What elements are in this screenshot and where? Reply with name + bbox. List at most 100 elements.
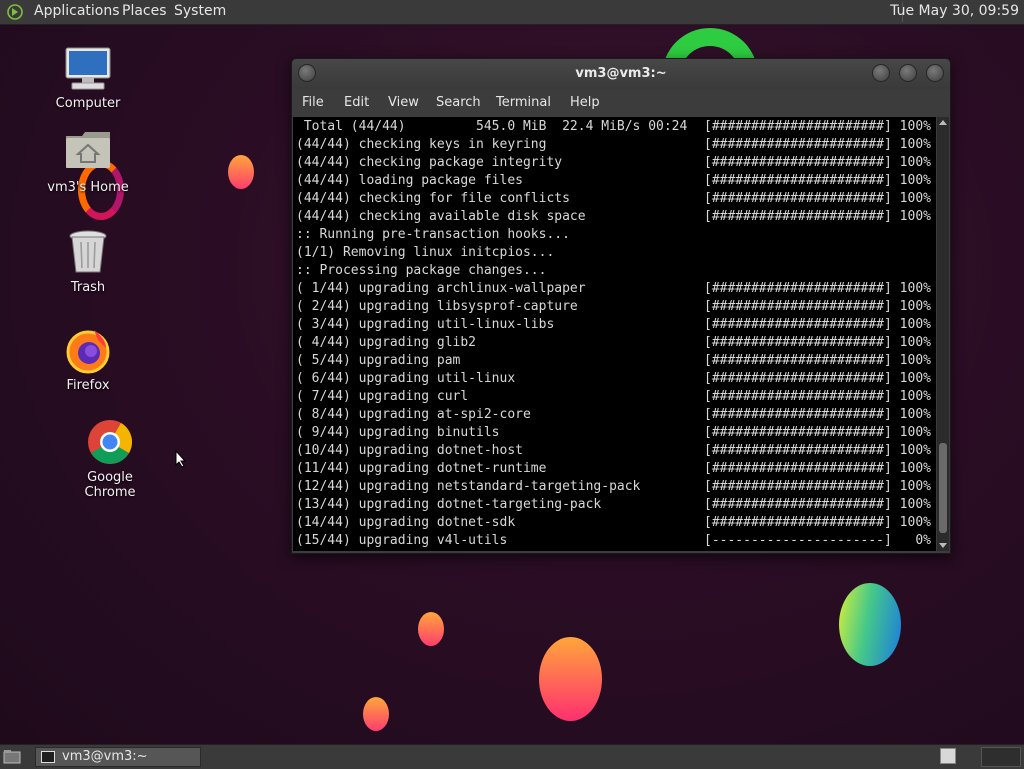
- progress-bar-text: [######################] 100%: [704, 173, 931, 188]
- wallpaper-bubble: [839, 583, 901, 666]
- computer-icon: [64, 44, 112, 92]
- close-button[interactable]: [926, 64, 944, 82]
- menu-terminal[interactable]: Terminal: [496, 95, 551, 110]
- workspace-1[interactable]: [940, 748, 956, 764]
- desktop-icon-label: Trash: [70, 280, 106, 295]
- terminal-line: (11/44) upgrading dotnet-runtime [#######…: [296, 460, 931, 478]
- taskbar-item-terminal[interactable]: vm3@vm3:~: [35, 747, 201, 767]
- menu-places[interactable]: Places: [122, 3, 167, 19]
- terminal-line-text: ( 4/44) upgrading glib2: [296, 335, 477, 350]
- clock[interactable]: Tue May 30, 09:59: [890, 3, 1019, 19]
- terminal-line-text: ( 5/44) upgrading pam: [296, 353, 461, 368]
- terminal-line-text: (14/44) upgrading dotnet-sdk: [296, 515, 516, 530]
- progress-bar-text: [######################] 100%: [704, 407, 931, 422]
- terminal-line: (13/44) upgrading dotnet-targeting-pack […: [296, 496, 931, 514]
- terminal-line: (44/44) loading package files [##########…: [296, 172, 931, 190]
- progress-bar-text: [----------------------] 0%: [704, 533, 931, 548]
- progress-bar-text: [######################] 100%: [704, 299, 931, 314]
- terminal-line-text: (44/44) checking available disk space: [296, 209, 586, 224]
- menu-edit[interactable]: Edit: [344, 95, 369, 110]
- scroll-up-arrow-icon[interactable]: [939, 120, 947, 125]
- terminal-line: ( 2/44) upgrading libsysprof-capture [###…: [296, 298, 931, 316]
- progress-bar-text: [######################] 100%: [704, 119, 931, 134]
- progress-bar-text: [######################] 100%: [704, 497, 931, 512]
- menu-search[interactable]: Search: [436, 95, 481, 110]
- terminal-line-text: (44/44) loading package files: [296, 173, 523, 188]
- desktop-icon-label: vm3's Home: [47, 180, 129, 195]
- menu-view[interactable]: View: [388, 95, 419, 110]
- progress-bar-text: [######################] 100%: [704, 317, 931, 332]
- terminal-line-text: ( 6/44) upgrading util-linux: [296, 371, 516, 386]
- desktop-icon-label: Computer: [55, 96, 121, 111]
- top-panel: Applications Places System Tue May 30, 0…: [0, 0, 1024, 25]
- chrome-icon: [86, 418, 134, 466]
- terminal-output[interactable]: Total (44/44) 545.0 MiB 22.4 MiB/s 00:24…: [293, 117, 936, 551]
- progress-bar-text: [######################] 100%: [704, 389, 931, 404]
- terminal-line: (10/44) upgrading dotnet-host [##########…: [296, 442, 931, 460]
- terminal-line-text: (11/44) upgrading dotnet-runtime: [296, 461, 547, 476]
- progress-bar-text: [######################] 100%: [704, 353, 931, 368]
- terminal-line: (44/44) checking available disk space [##…: [296, 208, 931, 226]
- terminal-line-text: (15/44) upgrading v4l-utils: [296, 533, 508, 548]
- menu-help[interactable]: Help: [570, 95, 600, 110]
- terminal-line-text: (12/44) upgrading netstandard-targeting-…: [296, 479, 641, 494]
- terminal-window[interactable]: vm3@vm3:~ File Edit View Search Terminal…: [291, 58, 951, 554]
- terminal-line: (1/1) Removing linux initcpios...: [296, 244, 554, 262]
- terminal-line-text: ( 3/44) upgrading util-linux-libs: [296, 317, 555, 332]
- desktop-icon-label: Google Chrome: [84, 470, 136, 500]
- menu-system[interactable]: System: [174, 3, 226, 19]
- trash-icon: [64, 228, 112, 276]
- terminal-line: (44/44) checking keys in keyring [#######…: [296, 136, 931, 154]
- progress-bar-text: [######################] 100%: [704, 479, 931, 494]
- terminal-line: (44/44) checking package integrity [#####…: [296, 154, 931, 172]
- menu-applications[interactable]: Applications: [34, 3, 120, 19]
- terminal-line: ( 3/44) upgrading util-linux-libs [######…: [296, 316, 931, 334]
- progress-bar-text: [######################] 100%: [704, 425, 931, 440]
- desktop-icon-trash[interactable]: Trash: [38, 228, 138, 295]
- mouse-pointer-icon: [175, 450, 187, 468]
- scroll-down-arrow-icon[interactable]: [939, 543, 947, 548]
- desktop-icon-home[interactable]: vm3's Home: [38, 128, 138, 195]
- terminal-line-text: (13/44) upgrading dotnet-targeting-pack: [296, 497, 602, 512]
- terminal-scrollbar[interactable]: [937, 117, 949, 551]
- wallpaper-bubble: [539, 637, 602, 721]
- scrollbar-thumb[interactable]: [939, 443, 947, 533]
- terminal-line-text: (1/1) Removing linux initcpios...: [296, 245, 555, 260]
- progress-bar-text: [######################] 100%: [704, 191, 931, 206]
- home-folder-icon: [64, 128, 112, 176]
- window-titlebar[interactable]: vm3@vm3:~: [292, 59, 950, 89]
- desktop-icon-label: Firefox: [66, 378, 110, 393]
- terminal-icon: [41, 751, 55, 763]
- terminal-line: (44/44) checking for file conflicts [####…: [296, 190, 931, 208]
- show-desktop-icon[interactable]: [3, 748, 21, 764]
- terminal-line: ( 7/44) upgrading curl [#################…: [296, 388, 931, 406]
- progress-bar-text: [######################] 100%: [704, 281, 931, 296]
- workspace-2[interactable]: [981, 747, 1021, 767]
- window-title: vm3@vm3:~: [575, 66, 667, 81]
- terminal-line-text: ( 8/44) upgrading at-spi2-core: [296, 407, 531, 422]
- terminal-line: ( 5/44) upgrading pam [##################…: [296, 352, 931, 370]
- terminal-line-text: :: Running pre-transaction hooks...: [296, 227, 570, 242]
- terminal-line-text: ( 9/44) upgrading binutils: [296, 425, 500, 440]
- desktop-icon-firefox[interactable]: Firefox: [38, 326, 138, 393]
- terminal-line: Total (44/44) 545.0 MiB 22.4 MiB/s 00:24…: [296, 118, 931, 136]
- terminal-line: ( 8/44) upgrading at-spi2-core [#########…: [296, 406, 931, 424]
- terminal-line: ( 9/44) upgrading binutils [#############…: [296, 424, 931, 442]
- minimize-button[interactable]: [872, 64, 890, 82]
- terminal-line-text: :: Processing package changes...: [296, 263, 547, 278]
- terminal-line: (14/44) upgrading dotnet-sdk [###########…: [296, 514, 931, 532]
- terminal-line: ( 6/44) upgrading util-linux [###########…: [296, 370, 931, 388]
- terminal-line-text: ( 1/44) upgrading archlinux-wallpaper: [296, 281, 586, 296]
- progress-bar-text: [######################] 100%: [704, 515, 931, 530]
- terminal-line-text: (44/44) checking package integrity: [296, 155, 563, 170]
- progress-bar-text: [######################] 100%: [704, 137, 931, 152]
- taskbar-item-label: vm3@vm3:~: [62, 749, 148, 764]
- distro-logo-icon[interactable]: [7, 4, 23, 20]
- terminal-line: :: Running pre-transaction hooks...: [296, 226, 570, 244]
- desktop-icon-chrome[interactable]: Google Chrome: [60, 418, 160, 500]
- menu-file[interactable]: File: [302, 95, 324, 110]
- desktop-icon-computer[interactable]: Computer: [38, 44, 138, 111]
- maximize-button[interactable]: [899, 64, 917, 82]
- terminal-line-text: ( 2/44) upgrading libsysprof-capture: [296, 299, 578, 314]
- terminal-line: (15/44) upgrading v4l-utils [------------…: [296, 532, 931, 550]
